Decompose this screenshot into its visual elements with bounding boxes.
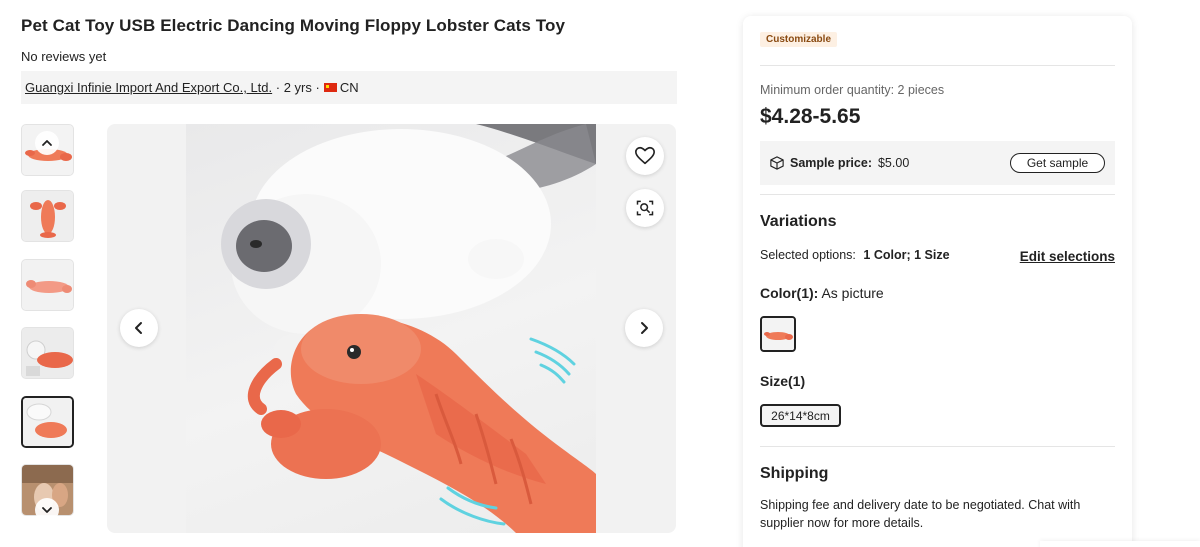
- sample-price-value: $5.00: [877, 156, 910, 170]
- product-photo: [186, 124, 596, 533]
- image-search-button[interactable]: [626, 189, 664, 227]
- selected-options-label: Selected options:: [760, 248, 856, 262]
- purchase-panel: Customizable Minimum order quantity: 2 p…: [743, 16, 1132, 547]
- customizable-badge: Customizable: [760, 32, 838, 47]
- sample-price-label: Sample price:: [790, 156, 872, 170]
- color-option-label: Color(1): As picture: [760, 285, 884, 301]
- china-flag-icon: [323, 83, 337, 92]
- color-swatch-image: [762, 318, 794, 350]
- thumbnail-image: [22, 328, 73, 378]
- favorite-button[interactable]: [626, 137, 664, 175]
- get-sample-button[interactable]: Get sample: [1010, 153, 1105, 173]
- reviews-status: No reviews yet: [21, 49, 107, 64]
- minimum-order-quantity: Minimum order quantity: 2 pieces: [760, 83, 945, 97]
- thumbnail-scroll-down-button[interactable]: [35, 498, 59, 522]
- thumbnail[interactable]: [21, 259, 74, 311]
- divider: [760, 446, 1115, 447]
- selected-options: Selected options: 1 Color; 1 Size: [760, 248, 950, 262]
- thumbnail-scroll-up-button[interactable]: [35, 131, 59, 155]
- color-value: As picture: [821, 285, 884, 301]
- shipping-text: Shipping fee and delivery date to be neg…: [760, 498, 1081, 530]
- box-icon: [770, 156, 784, 170]
- main-product-image: [107, 124, 676, 533]
- color-swatch[interactable]: [760, 316, 796, 352]
- supplier-link[interactable]: Guangxi Infinie Import And Export Co., L…: [25, 80, 272, 95]
- chevron-left-icon: [135, 322, 142, 334]
- shipping-heading: Shipping: [760, 465, 829, 482]
- product-title: Pet Cat Toy USB Electric Dancing Moving …: [21, 16, 566, 35]
- floating-card-edge: [1040, 541, 1200, 547]
- thumbnail-image: [22, 260, 73, 310]
- heart-icon: [635, 146, 655, 165]
- price-range: $4.28-5.65: [760, 105, 861, 128]
- thumbnail-image: [23, 398, 72, 446]
- thumbnail[interactable]: [21, 190, 74, 242]
- thumbnail-image: [22, 191, 73, 241]
- divider: [760, 65, 1115, 66]
- selected-options-value: 1 Color; 1 Size: [863, 248, 950, 262]
- supplier-country: CN: [339, 80, 359, 95]
- divider: [760, 194, 1115, 195]
- size-chip[interactable]: 26*14*8cm: [760, 404, 841, 427]
- size-option-label: Size(1): [760, 373, 806, 389]
- color-label: Color(1):: [760, 285, 819, 301]
- edit-selections-link[interactable]: Edit selections: [1020, 249, 1115, 264]
- previous-image-button[interactable]: [120, 309, 158, 347]
- variations-heading: Variations: [760, 213, 837, 230]
- supplier-years: · 2 yrs ·: [275, 80, 320, 95]
- chevron-up-icon: [42, 140, 52, 146]
- supplier-bar: Guangxi Infinie Import And Export Co., L…: [21, 71, 677, 104]
- sample-price-box: Sample price: $5.00 Get sample: [760, 141, 1115, 185]
- lobster-cat-photo: [221, 124, 596, 533]
- thumbnail-selected[interactable]: [21, 396, 74, 448]
- image-search-icon: [636, 200, 654, 216]
- next-image-button[interactable]: [625, 309, 663, 347]
- chevron-down-icon: [42, 507, 52, 513]
- thumbnail[interactable]: [21, 327, 74, 379]
- chevron-right-icon: [641, 322, 648, 334]
